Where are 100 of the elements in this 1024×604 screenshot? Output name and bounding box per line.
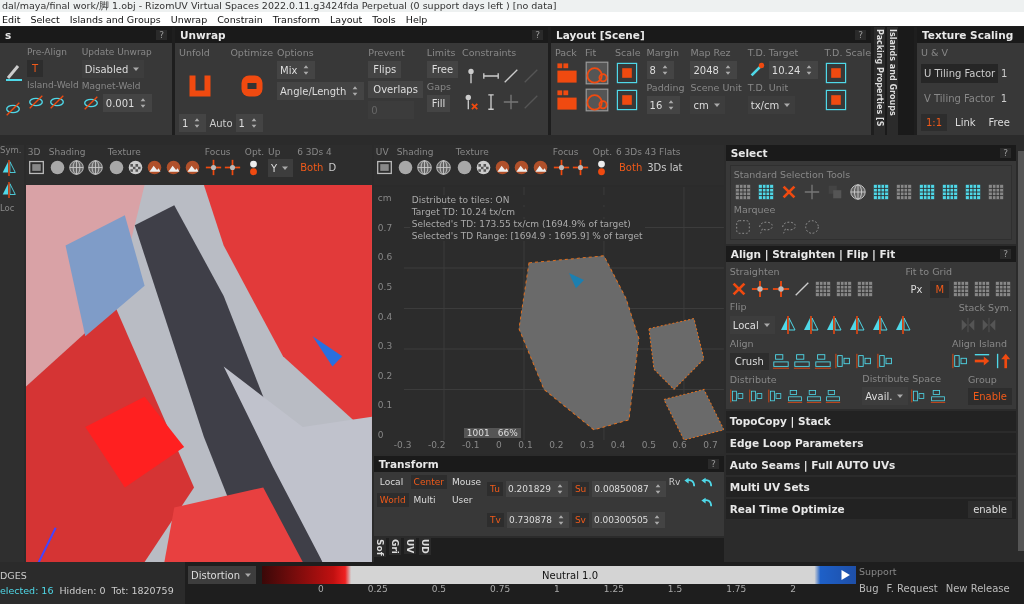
- grid-mode-button[interactable]: M: [930, 280, 950, 298]
- side-tab[interactable]: Gri: [388, 538, 401, 555]
- option-field[interactable]: Angle/Length: [277, 82, 365, 100]
- menu-item[interactable]: Unwrap: [170, 13, 208, 25]
- side-tab[interactable]: Packing Properties [S: [874, 27, 885, 135]
- group-label: Scale: [615, 47, 641, 58]
- dropdown[interactable]: tx/cm: [747, 96, 796, 114]
- menu-item[interactable]: Help: [405, 13, 428, 25]
- selected-count: elected: 16: [0, 585, 54, 596]
- value-field[interactable]: 0.00300505: [591, 511, 666, 528]
- menu-item[interactable]: Transform: [272, 13, 321, 25]
- value-field[interactable]: 0.201829: [505, 480, 568, 497]
- side-tab[interactable]: Islands and Groups: [887, 27, 898, 135]
- menu-item[interactable]: Layout: [330, 13, 363, 25]
- link-button[interactable]: Link: [950, 114, 981, 131]
- axis-label: Su: [571, 481, 590, 496]
- group-label: Group: [967, 373, 997, 385]
- dropdown[interactable]: Disabled: [81, 60, 145, 78]
- support-link[interactable]: F. Request: [886, 583, 938, 594]
- pre-align-button[interactable]: T: [27, 60, 44, 77]
- neutral-label: Neutral 1.0: [542, 569, 598, 581]
- scale-tick-label: 2: [790, 584, 796, 594]
- value-field[interactable]: 0.730878: [506, 511, 569, 528]
- collapsed-panel-header[interactable]: TopoCopy | Stack: [725, 411, 1017, 431]
- menu-item[interactable]: Edit: [2, 13, 21, 25]
- panel-title: Select: [730, 147, 768, 159]
- group-label: Unfold: [179, 47, 210, 58]
- space-mode-dropdown[interactable]: Avail.: [862, 387, 909, 405]
- rotate-label: Rv: [668, 477, 681, 487]
- distortion-dropdown[interactable]: Distortion: [188, 566, 256, 584]
- help-button[interactable]: ?: [156, 30, 167, 40]
- crush-button[interactable]: Crush: [729, 352, 769, 370]
- group-label: Scene Unit: [690, 82, 742, 93]
- overlaps-button[interactable]: Overlaps: [368, 81, 423, 98]
- number-field[interactable]: 8: [646, 61, 674, 79]
- axis-tick-label: 0.3: [377, 341, 394, 352]
- collapsed-panel-header[interactable]: Multi UV Sets: [725, 477, 1017, 497]
- collapsed-panel-header[interactable]: Real Time Optimize enable: [725, 499, 1017, 519]
- group-label: Constraints: [462, 47, 517, 58]
- axis-tick-label: 0.4: [377, 311, 394, 322]
- help-button[interactable]: ?: [1000, 249, 1012, 259]
- panel-title: Transform: [378, 458, 439, 470]
- menu-item[interactable]: Tools: [372, 13, 396, 25]
- panel-title: Multi UV Sets: [729, 481, 810, 493]
- up-axis-dropdown[interactable]: Y: [268, 159, 294, 177]
- panel-title: Unwrap: [180, 29, 226, 41]
- menu-item[interactable]: Islands and Groups: [69, 13, 161, 25]
- option-field[interactable]: Mix: [277, 61, 316, 79]
- panel-title: Real Time Optimize: [729, 503, 845, 515]
- group-label: Prevent: [368, 47, 405, 58]
- ratio-button[interactable]: 1:1: [921, 114, 948, 131]
- group-label: Margin: [646, 47, 679, 58]
- help-button[interactable]: ?: [1000, 148, 1012, 158]
- tiling-factor-label: V Tiling Factor: [923, 92, 996, 106]
- help-button[interactable]: ?: [707, 459, 719, 469]
- total-count: Tot: 1820759: [111, 585, 174, 596]
- scale-tick-label: 0.5: [431, 584, 447, 594]
- mode-button[interactable]: World: [376, 493, 409, 507]
- collapsed-panel-header[interactable]: Auto Seams | Full AUTO UVs: [725, 455, 1017, 475]
- number-field[interactable]: 16: [646, 96, 681, 114]
- flips-button[interactable]: Flips: [368, 61, 402, 78]
- side-tab[interactable]: UD: [418, 538, 431, 555]
- support-link[interactable]: Bug: [859, 583, 879, 594]
- fill-button[interactable]: Fill: [426, 95, 451, 112]
- support-link[interactable]: New Release: [945, 583, 1010, 594]
- group-label: Opt.: [244, 147, 265, 157]
- free-button[interactable]: Free: [426, 61, 459, 78]
- side-tab[interactable]: Sof: [373, 538, 386, 557]
- side-tab[interactable]: UV: [403, 538, 416, 555]
- axis-tick-label: 0.3: [580, 440, 595, 452]
- mode-button[interactable]: Center: [410, 475, 447, 489]
- scale-tick-label: 0.25: [367, 584, 388, 594]
- help-button[interactable]: ?: [855, 30, 866, 40]
- number-field[interactable]: 1: [179, 114, 207, 132]
- group-label: Padding: [646, 82, 685, 93]
- group-label: T.D. Target: [747, 47, 799, 58]
- group-label: Up: [268, 147, 282, 157]
- menu-item[interactable]: Constrain: [217, 13, 263, 25]
- scale-tick-label: 1.5: [667, 584, 683, 594]
- group-label: UV: [375, 147, 390, 157]
- flip-mode-dropdown[interactable]: Local: [729, 316, 775, 334]
- number-field[interactable]: 10.24: [768, 61, 819, 79]
- number-field[interactable]: 1: [235, 114, 263, 132]
- help-button[interactable]: ?: [532, 30, 543, 40]
- panel-title: Align | Straighten | Flip | Fit: [730, 248, 896, 260]
- axis-tick-label: 0.2: [377, 370, 394, 381]
- dropdown[interactable]: cm: [690, 96, 725, 114]
- group-label: Align: [729, 338, 754, 349]
- enable-button[interactable]: enable: [968, 500, 1013, 518]
- scale-tick-label: 1: [554, 584, 560, 594]
- collapsed-panel-header[interactable]: Edge Loop Parameters: [725, 433, 1017, 453]
- enable-button[interactable]: Enable: [967, 387, 1012, 405]
- value-field[interactable]: 0.00850087: [592, 480, 666, 497]
- tiling-factor-value: 1: [1001, 68, 1008, 79]
- axis-tick-label: 0.4: [610, 440, 626, 452]
- number-field[interactable]: 0.001: [102, 94, 153, 112]
- axis-tick-label: -0.1: [461, 440, 480, 452]
- number-field[interactable]: 2048: [690, 61, 737, 79]
- menu-item[interactable]: Select: [30, 13, 60, 25]
- free-button[interactable]: Free: [983, 114, 1015, 131]
